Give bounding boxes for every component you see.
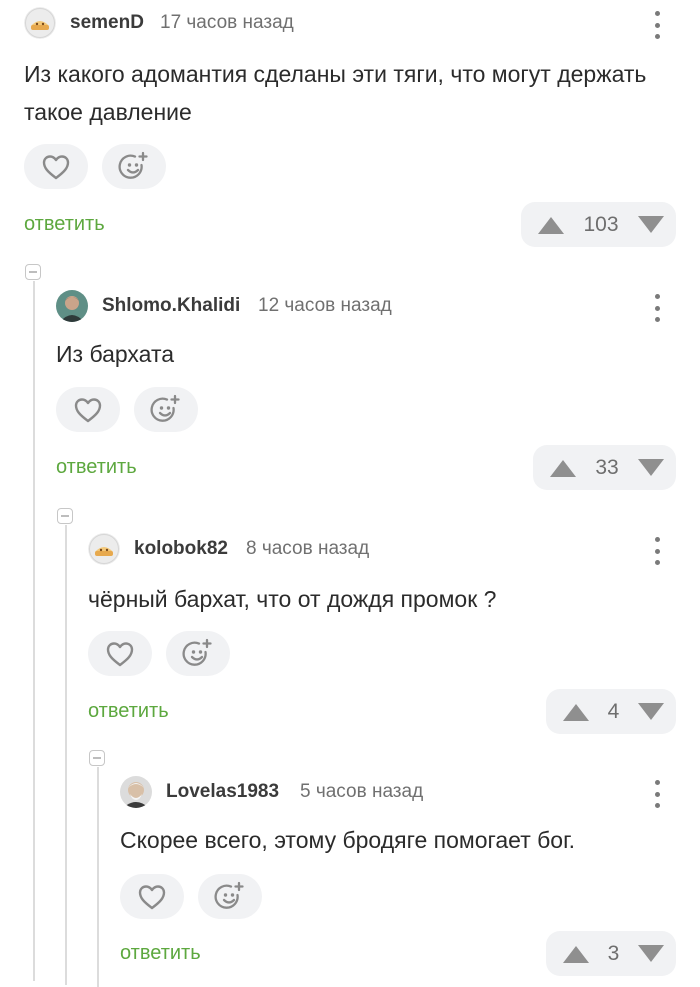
comment-text: чёрный бархат, что от дождя промок ? [88,586,497,612]
reply-link[interactable]: ответить [120,942,201,965]
heart-icon [74,397,102,422]
comment-text: Из бархата [56,341,175,367]
thread-line-level-1 [33,281,35,981]
heart-icon [106,641,134,666]
username[interactable]: Shlomo.Khalidi [102,295,240,317]
more-options-icon[interactable] [650,780,664,808]
downvote-icon[interactable] [636,215,666,235]
user-photo-avatar-icon[interactable] [56,290,88,322]
upvote-icon[interactable] [548,458,578,478]
timestamp: 17 часов назад [160,12,294,33]
rating-count: 4 [607,699,620,723]
pie-avatar-icon[interactable] [24,7,56,39]
user-photo-avatar-icon[interactable] [120,776,152,808]
like-button[interactable] [120,874,184,919]
username[interactable]: semenD [70,12,144,34]
thread-line-level-3 [97,767,99,987]
comment-text: Из какого адомантия сделаны эти тяги, чт… [24,61,647,125]
rating-widget: 33 [533,445,676,490]
comment-text: Скорее всего, этому бродяге помогает бог… [120,827,576,853]
more-options-icon[interactable] [650,11,664,39]
more-options-icon[interactable] [650,537,664,565]
reply-link[interactable]: ответить [88,700,169,723]
rating-count: 103 [583,212,619,236]
timestamp: 12 часов назад [258,295,392,316]
timestamp: 8 часов назад [246,538,370,559]
username[interactable]: kolobok82 [134,538,228,560]
emoji-add-icon [118,151,148,179]
upvote-icon[interactable] [536,215,566,235]
rating-widget: 103 [521,202,676,247]
emoji-add-icon [182,638,212,666]
collapse-thread-button[interactable] [89,750,105,766]
emoji-add-icon [150,394,180,422]
like-button[interactable] [88,631,152,676]
add-reaction-button[interactable] [102,144,166,189]
username[interactable]: Lovelas1983 [166,781,279,803]
add-reaction-button[interactable] [134,387,198,432]
downvote-icon[interactable] [636,702,666,722]
heart-icon [138,884,166,909]
thread-line-level-2 [65,525,67,985]
add-reaction-button[interactable] [166,631,230,676]
rating-count: 33 [595,455,619,479]
rating-count: 3 [607,941,620,965]
reply-link[interactable]: ответить [56,456,137,479]
collapse-thread-button[interactable] [25,264,41,280]
like-button[interactable] [56,387,120,432]
reply-link[interactable]: ответить [24,213,105,236]
timestamp: 5 часов назад [300,781,424,802]
add-reaction-button[interactable] [198,874,262,919]
rating-widget: 3 [546,931,676,976]
like-button[interactable] [24,144,88,189]
heart-icon [42,154,70,179]
upvote-icon[interactable] [561,702,591,722]
pie-avatar-icon[interactable] [88,533,120,565]
upvote-icon[interactable] [561,944,591,964]
collapse-thread-button[interactable] [57,508,73,524]
emoji-add-icon [214,881,244,909]
downvote-icon[interactable] [636,458,666,478]
downvote-icon[interactable] [636,944,666,964]
rating-widget: 4 [546,689,676,734]
more-options-icon[interactable] [650,294,664,322]
